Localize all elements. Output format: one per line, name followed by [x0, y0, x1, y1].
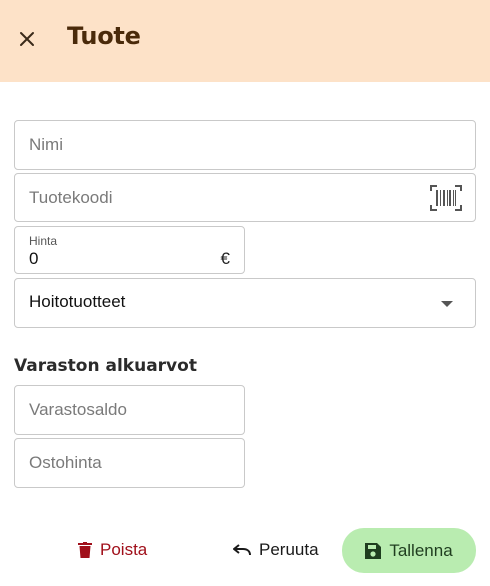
undo-icon [233, 544, 251, 556]
price-input[interactable] [15, 247, 244, 271]
barcode-scan-icon [430, 185, 462, 211]
save-label: Tallenna [389, 540, 453, 560]
product-code-field[interactable] [14, 173, 476, 222]
name-field[interactable] [14, 120, 476, 170]
currency-symbol: € [220, 249, 230, 268]
inventory-section-title: Varaston alkuarvot [14, 356, 197, 376]
page-title: Tuote [67, 22, 141, 50]
dropdown-arrow-icon [441, 301, 453, 307]
barcode-scan-button[interactable] [430, 184, 462, 212]
stock-input[interactable] [15, 386, 244, 434]
purchase-price-field[interactable] [14, 438, 245, 488]
price-label: Hinta [29, 234, 58, 248]
app-header: Tuote [0, 0, 490, 82]
delete-button[interactable]: Poista [78, 530, 147, 570]
product-code-input[interactable] [15, 174, 475, 221]
purchase-price-input[interactable] [15, 439, 244, 487]
cancel-label: Peruuta [259, 540, 319, 559]
cancel-button[interactable]: Peruuta [233, 530, 319, 570]
category-selected-value: Hoitotuotteet [29, 292, 126, 311]
close-icon [20, 32, 34, 46]
save-button[interactable]: Tallenna [342, 528, 476, 573]
name-input[interactable] [15, 121, 475, 169]
save-icon [365, 542, 382, 559]
price-field[interactable]: Hinta € [14, 226, 245, 274]
stock-field[interactable] [14, 385, 245, 435]
close-button[interactable] [14, 26, 40, 52]
category-select[interactable]: Hoitotuotteet [14, 278, 476, 328]
delete-label: Poista [100, 540, 148, 559]
trash-icon [78, 542, 92, 558]
